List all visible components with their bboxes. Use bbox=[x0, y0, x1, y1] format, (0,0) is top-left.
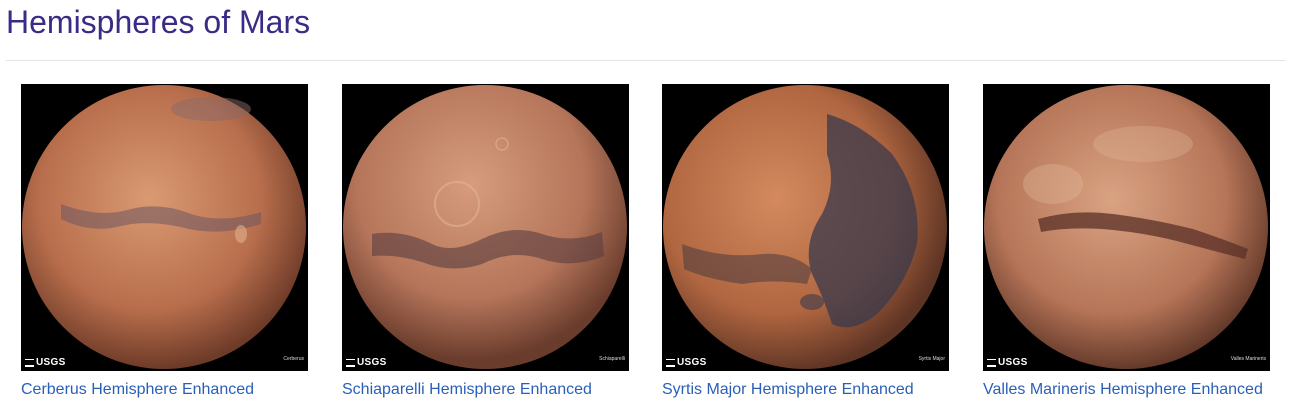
usgs-logo-text: USGS bbox=[357, 357, 387, 368]
usgs-logo: USGS bbox=[346, 357, 387, 368]
hemisphere-link-syrtis-major[interactable]: Syrtis Major Hemisphere Enhanced bbox=[662, 380, 949, 400]
usgs-logo: USGS bbox=[25, 357, 66, 368]
usgs-logo-icon bbox=[666, 358, 675, 367]
hemisphere-image-cerberus[interactable]: USGS Cerberus bbox=[21, 84, 308, 371]
mars-globe-cerberus bbox=[22, 85, 306, 369]
hemisphere-card-syrtis-major: USGS Syrtis Major Syrtis Major Hemispher… bbox=[662, 84, 949, 400]
usgs-logo-text: USGS bbox=[677, 357, 707, 368]
hemisphere-image-valles-marineris[interactable]: USGS Valles Marineris bbox=[983, 84, 1270, 371]
mars-globe-syrtis-major bbox=[663, 85, 947, 369]
usgs-logo-icon bbox=[25, 358, 34, 367]
page: Hemispheres of Mars USGS Cerberus Cerber… bbox=[0, 0, 1290, 407]
title-divider bbox=[6, 60, 1286, 61]
mars-globe-schiaparelli bbox=[343, 85, 627, 369]
hemisphere-image-schiaparelli[interactable]: USGS Schiaparelli bbox=[342, 84, 629, 371]
usgs-logo-text: USGS bbox=[998, 357, 1028, 368]
image-credit-name: Valles Marineris bbox=[1230, 356, 1266, 362]
hemisphere-link-cerberus[interactable]: Cerberus Hemisphere Enhanced bbox=[21, 380, 308, 400]
hemisphere-link-valles-marineris[interactable]: Valles Marineris Hemisphere Enhanced bbox=[983, 380, 1270, 400]
page-title: Hemispheres of Mars bbox=[6, 4, 311, 40]
usgs-logo: USGS bbox=[987, 357, 1028, 368]
hemisphere-image-syrtis-major[interactable]: USGS Syrtis Major bbox=[662, 84, 949, 371]
usgs-logo: USGS bbox=[666, 357, 707, 368]
usgs-logo-text: USGS bbox=[36, 357, 66, 368]
hemisphere-card-cerberus: USGS Cerberus Cerberus Hemisphere Enhanc… bbox=[21, 84, 308, 400]
usgs-logo-icon bbox=[987, 358, 996, 367]
mars-globe-valles-marineris bbox=[984, 85, 1268, 369]
image-credit-name: Syrtis Major bbox=[918, 356, 945, 362]
hemisphere-card-schiaparelli: USGS Schiaparelli Schiaparelli Hemispher… bbox=[342, 84, 629, 400]
usgs-logo-icon bbox=[346, 358, 355, 367]
image-credit-name: Schiaparelli bbox=[599, 356, 625, 362]
hemisphere-card-valles-marineris: USGS Valles Marineris Valles Marineris H… bbox=[983, 84, 1270, 400]
image-credit-name: Cerberus bbox=[283, 356, 304, 362]
hemisphere-grid: USGS Cerberus Cerberus Hemisphere Enhanc… bbox=[21, 84, 1270, 404]
hemisphere-link-schiaparelli[interactable]: Schiaparelli Hemisphere Enhanced bbox=[342, 380, 629, 400]
